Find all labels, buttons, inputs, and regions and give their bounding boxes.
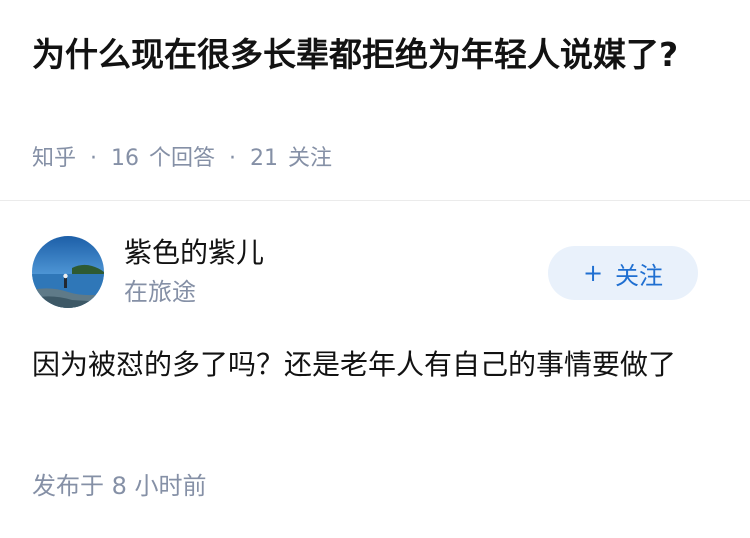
question-meta: 知乎 · 16 个回答 · 21 关注 xyxy=(32,142,332,176)
author-bio: 在旅途 xyxy=(124,278,196,306)
answer-timestamp: 发布于 8 小时前 xyxy=(32,469,207,503)
follow-button-label: 关注 xyxy=(615,261,664,290)
answer-content[interactable]: 因为被怼的多了吗？还是老年人有自己的事情要做了 xyxy=(32,339,718,391)
follow-count: 21 xyxy=(250,146,279,171)
follow-count-unit: 关注 xyxy=(288,146,333,171)
answer-time-prefix: 发布于 xyxy=(32,472,104,500)
source-label[interactable]: 知乎 xyxy=(32,142,76,176)
avatar[interactable] xyxy=(32,236,104,308)
answer-time-value: 8 小时前 xyxy=(111,472,207,500)
meta-separator: · xyxy=(90,146,98,171)
author-name[interactable]: 紫色的紫儿 xyxy=(124,234,264,272)
question-title[interactable]: 为什么现在很多长辈都拒绝为年轻人说媒了? xyxy=(32,32,722,78)
answer-card: 紫色的紫儿 在旅途 + 关注 因为被怼的多了吗？还是老年人有自己的事情要做了 发… xyxy=(0,201,750,538)
meta-separator-2: · xyxy=(229,146,237,171)
answer-count: 16 xyxy=(111,146,140,171)
follow-button[interactable]: + 关注 xyxy=(548,246,698,300)
answer-count-unit: 个回答 xyxy=(149,146,216,171)
plus-icon: + xyxy=(582,259,604,287)
